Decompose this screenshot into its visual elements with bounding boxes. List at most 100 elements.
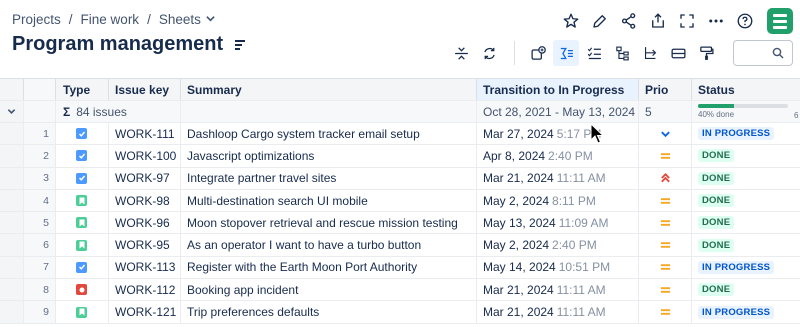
column-header-summary[interactable]: Summary xyxy=(181,79,477,100)
type-cell[interactable] xyxy=(56,234,109,256)
search-input[interactable] xyxy=(733,40,793,66)
prio-cell[interactable] xyxy=(639,279,692,301)
column-header-status[interactable]: Status xyxy=(692,79,800,100)
issue-key[interactable]: WORK-98 xyxy=(109,189,181,212)
progress-fill xyxy=(698,104,734,108)
transition-cell[interactable]: May 14, 2024 10:51 PM xyxy=(477,256,639,279)
status-cell[interactable]: DONE xyxy=(692,212,800,233)
hierarchy-alt-icon[interactable] xyxy=(637,40,663,66)
table-row[interactable]: 2 WORK-100 Javascript optimizations Apr … xyxy=(0,145,800,168)
issue-key[interactable]: WORK-112 xyxy=(109,279,181,301)
issue-key[interactable]: WORK-97 xyxy=(109,167,181,189)
issue-key[interactable]: WORK-96 xyxy=(109,212,181,234)
title-menu-icon[interactable] xyxy=(235,38,246,52)
checklist-icon[interactable] xyxy=(581,40,607,66)
transition-cell[interactable]: May 13, 2024 11:09 AM xyxy=(477,212,639,234)
table-row[interactable]: 4 WORK-98 Multi-destination search UI mo… xyxy=(0,189,800,213)
chevron-down-icon[interactable] xyxy=(206,14,215,26)
card-icon[interactable] xyxy=(665,40,691,66)
status-cell[interactable]: DONE xyxy=(692,279,800,300)
table-row[interactable]: 3 WORK-97 Integrate partner travel sites… xyxy=(0,167,800,190)
status-cell[interactable]: IN PROGRESS xyxy=(692,257,800,278)
star-icon[interactable] xyxy=(556,8,585,34)
column-header-type[interactable]: Type xyxy=(56,79,109,100)
row-height-icon[interactable] xyxy=(448,40,474,66)
transition-cell[interactable]: Apr 8, 2024 2:40 PM xyxy=(477,145,639,167)
table-row[interactable]: 8 WORK-112 Booking app incident Mar 21, … xyxy=(0,279,800,302)
issue-summary[interactable]: Booking app incident xyxy=(181,279,477,301)
export-icon[interactable] xyxy=(643,8,672,34)
app-logo-icon[interactable] xyxy=(767,8,793,34)
hierarchy-icon[interactable] xyxy=(609,40,635,66)
more-icon[interactable] xyxy=(701,8,730,34)
type-cell[interactable] xyxy=(56,279,109,301)
issue-summary[interactable]: As an operator I want to have a turbo bu… xyxy=(181,234,477,256)
issue-summary[interactable]: Trip preferences defaults xyxy=(181,301,477,323)
issue-summary[interactable]: Register with the Earth Moon Port Author… xyxy=(181,256,477,279)
prio-cell[interactable] xyxy=(639,256,692,279)
issue-key[interactable]: WORK-111 xyxy=(109,123,181,145)
type-cell[interactable] xyxy=(56,145,109,167)
issue-summary[interactable]: Integrate partner travel sites xyxy=(181,167,477,189)
summary-prio: 5 xyxy=(639,101,692,122)
column-header-transition[interactable]: Transition to In Progress xyxy=(477,79,639,100)
breadcrumb: Projects / Fine work / Sheets xyxy=(12,12,215,27)
prio-cell[interactable] xyxy=(639,301,692,323)
collapse-toggle[interactable] xyxy=(0,101,24,122)
table-row[interactable]: 6 WORK-95 As an operator I want to have … xyxy=(0,234,800,257)
prio-cell[interactable] xyxy=(639,167,692,189)
transition-cell[interactable]: Mar 27, 2024 5:17 PM xyxy=(477,123,639,145)
issue-summary[interactable]: Moon stopover retrieval and rescue missi… xyxy=(181,212,477,234)
transition-date: May 14, 2024 xyxy=(483,260,556,275)
issue-summary[interactable]: Dashloop Cargo system tracker email setu… xyxy=(181,123,477,145)
breadcrumb-projects[interactable]: Projects xyxy=(12,12,61,27)
add-view-icon[interactable] xyxy=(525,40,551,66)
prio-cell[interactable] xyxy=(639,212,692,234)
refresh-icon[interactable] xyxy=(476,40,502,66)
prio-cell[interactable] xyxy=(639,189,692,212)
transition-cell[interactable]: Mar 21, 2024 11:11 AM xyxy=(477,167,639,189)
mouse-cursor-icon xyxy=(590,123,604,144)
transition-time: 11:11 AM xyxy=(556,171,606,186)
type-cell[interactable] xyxy=(56,301,109,323)
status-cell[interactable]: IN PROGRESS xyxy=(692,301,800,322)
type-cell[interactable] xyxy=(56,212,109,234)
sum-icon[interactable] xyxy=(553,40,579,66)
table-row[interactable]: 1 WORK-111 Dashloop Cargo system tracker… xyxy=(0,123,800,146)
issue-key[interactable]: WORK-95 xyxy=(109,234,181,256)
share-icon[interactable] xyxy=(614,8,643,34)
transition-cell[interactable]: May 2, 2024 8:11 PM xyxy=(477,189,639,212)
issue-summary[interactable]: Multi-destination search UI mobile xyxy=(181,189,477,212)
column-header-issue-key[interactable]: Issue key xyxy=(109,79,181,100)
paint-icon[interactable] xyxy=(693,40,719,66)
breadcrumb-sheets[interactable]: Sheets xyxy=(159,12,201,27)
status-cell[interactable]: DONE xyxy=(692,145,800,166)
issue-key[interactable]: WORK-100 xyxy=(109,145,181,167)
table-row[interactable]: 7 WORK-113 Register with the Earth Moon … xyxy=(0,256,800,280)
table-row[interactable]: 5 WORK-96 Moon stopover retrieval and re… xyxy=(0,212,800,235)
fullscreen-icon[interactable] xyxy=(672,8,701,34)
help-icon[interactable] xyxy=(730,8,759,34)
status-cell[interactable]: DONE xyxy=(692,234,800,255)
transition-cell[interactable]: Mar 21, 2024 11:11 AM xyxy=(477,301,639,323)
issue-key[interactable]: WORK-113 xyxy=(109,256,181,279)
transition-cell[interactable]: May 2, 2024 2:40 PM xyxy=(477,234,639,256)
breadcrumb-fine-work[interactable]: Fine work xyxy=(81,12,140,27)
pencil-icon[interactable] xyxy=(585,8,614,34)
issue-key[interactable]: WORK-121 xyxy=(109,301,181,323)
status-cell[interactable]: DONE xyxy=(692,190,800,211)
chevron-down-icon[interactable] xyxy=(7,107,16,116)
type-cell[interactable] xyxy=(56,167,109,189)
table-row[interactable]: 9 WORK-121 Trip preferences defaults Mar… xyxy=(0,301,800,324)
type-cell[interactable] xyxy=(56,189,109,212)
status-cell[interactable]: IN PROGRESS xyxy=(692,123,800,144)
prio-cell[interactable] xyxy=(639,123,692,145)
type-cell[interactable] xyxy=(56,123,109,145)
transition-cell[interactable]: Mar 21, 2024 11:11 AM xyxy=(477,279,639,301)
issue-summary[interactable]: Javascript optimizations xyxy=(181,145,477,167)
column-header-prio[interactable]: Prio xyxy=(639,79,692,100)
prio-cell[interactable] xyxy=(639,145,692,167)
prio-cell[interactable] xyxy=(639,234,692,256)
status-cell[interactable]: DONE xyxy=(692,168,800,189)
type-cell[interactable] xyxy=(56,256,109,279)
